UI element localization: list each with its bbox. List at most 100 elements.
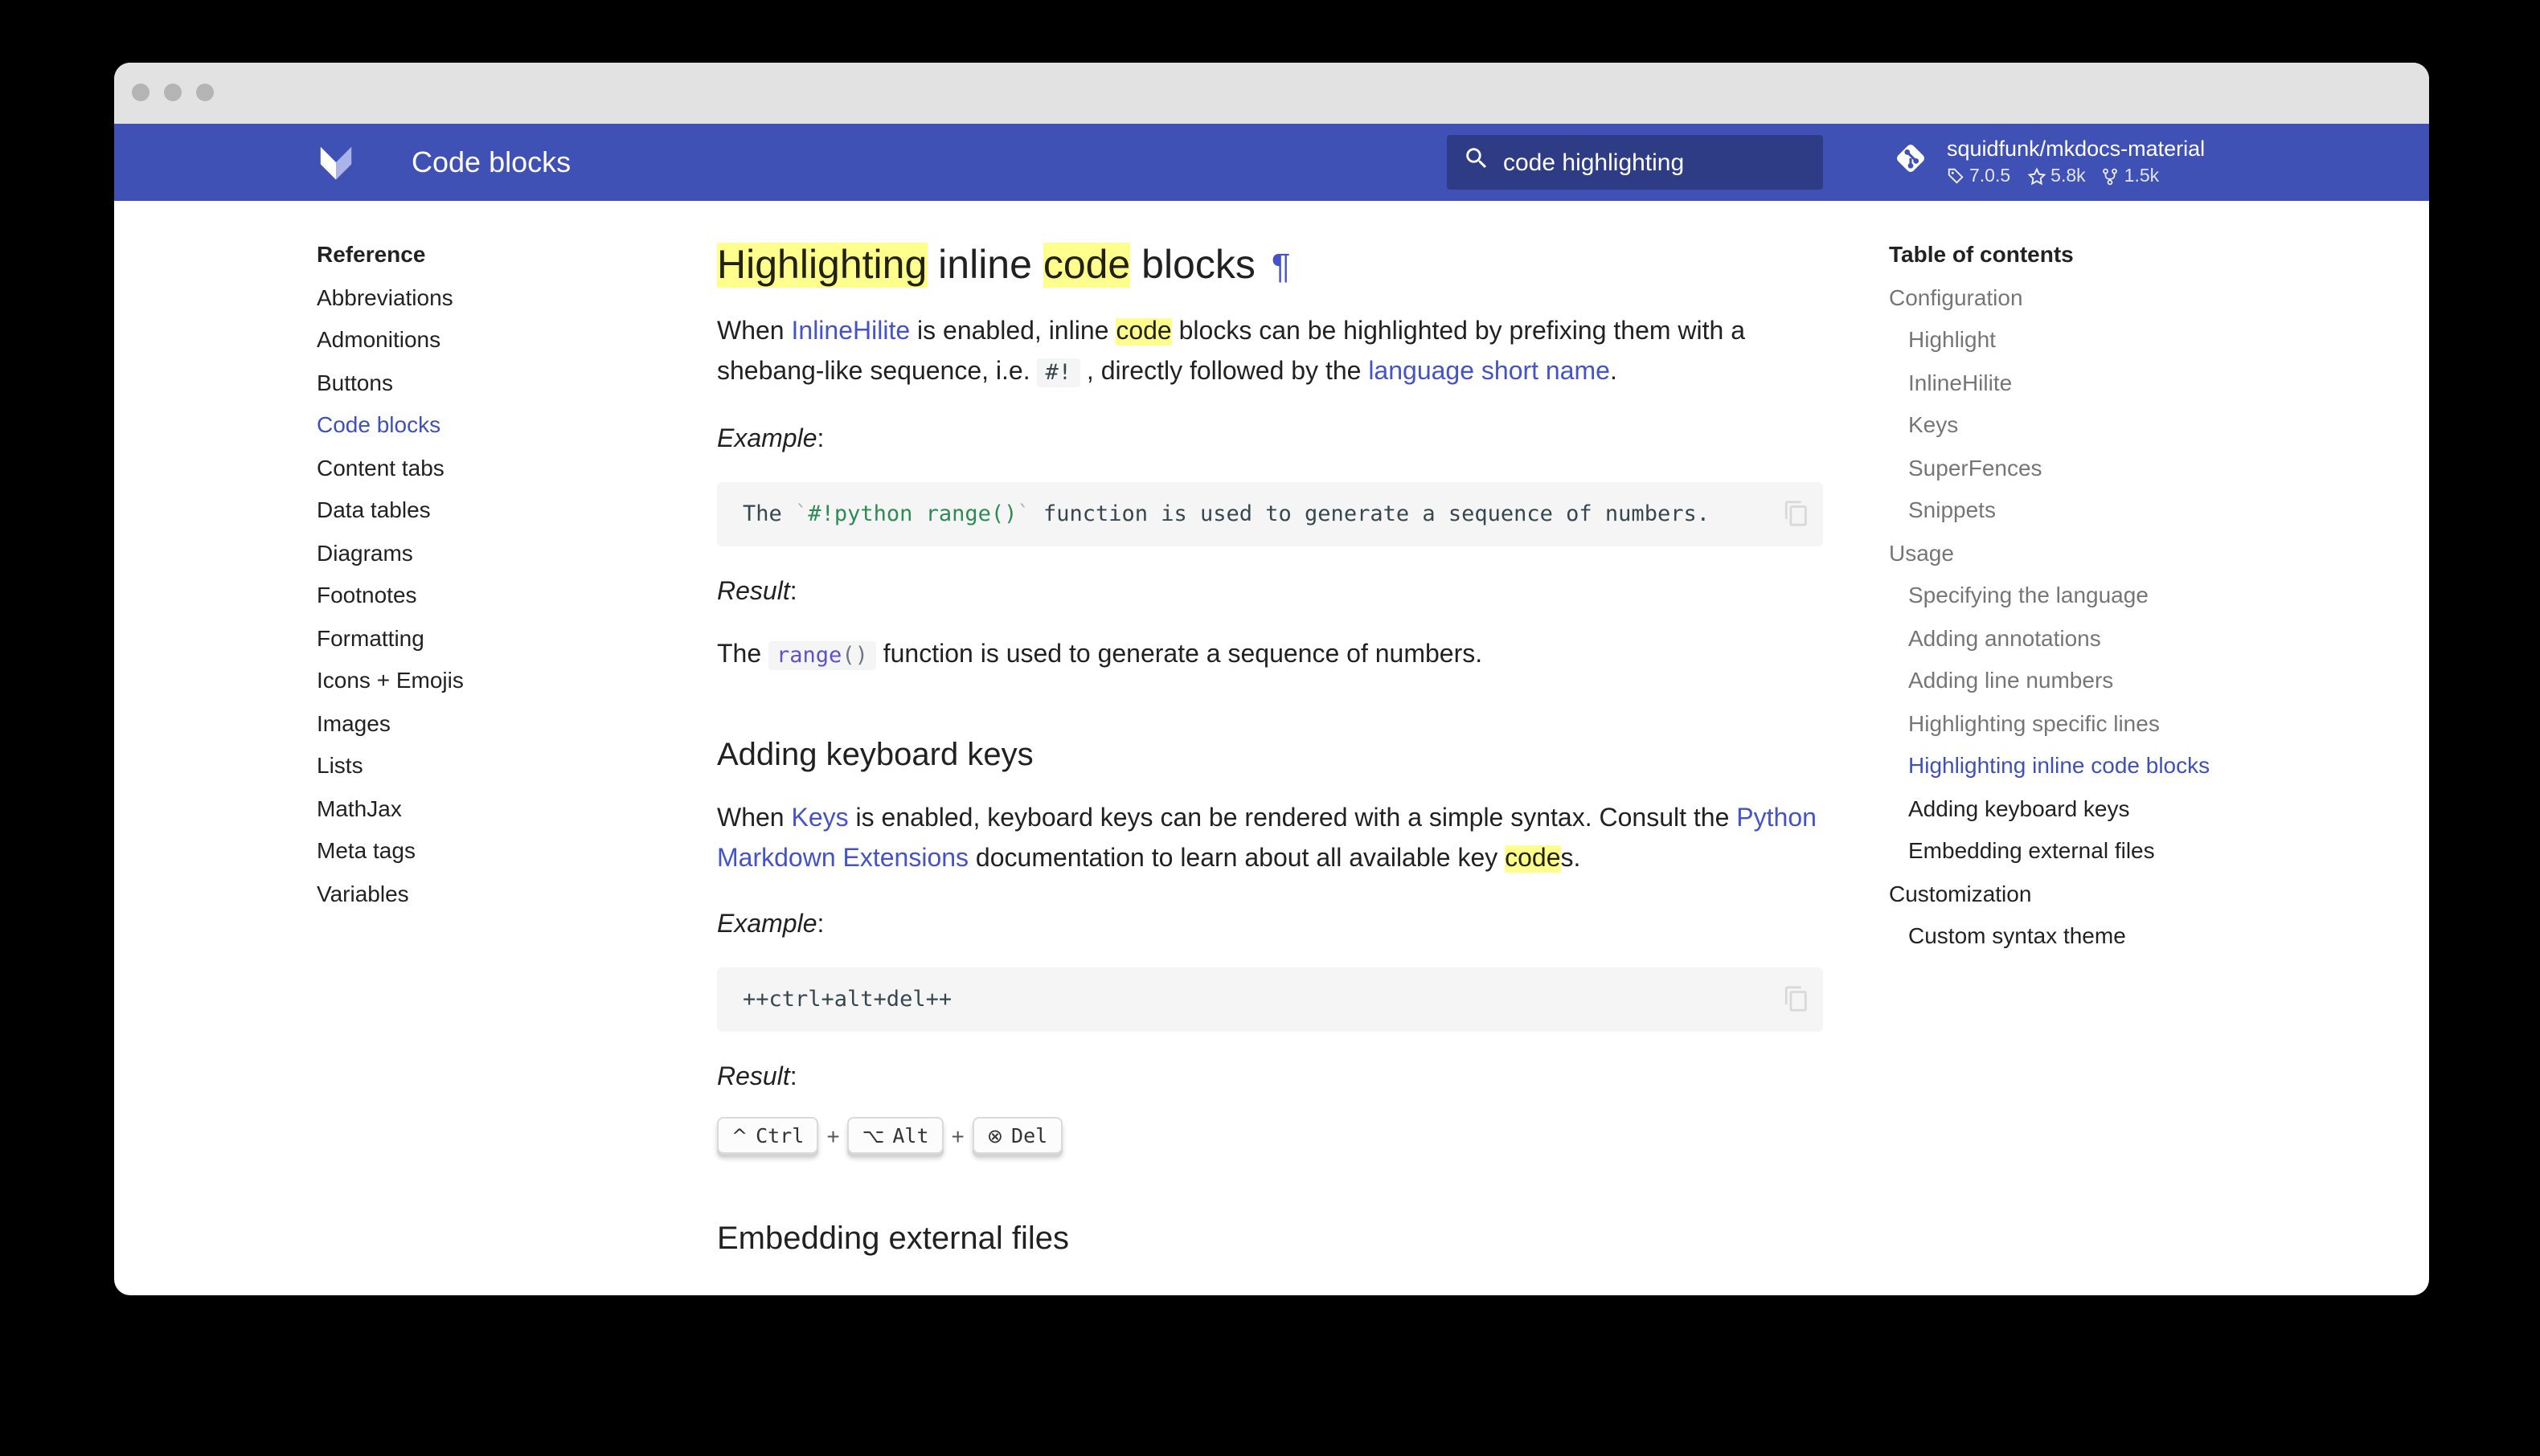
paragraph-result: The range() function is used to generate… — [717, 635, 1823, 677]
search-highlight: code — [1505, 845, 1560, 873]
inline-link[interactable]: Keys — [792, 805, 849, 832]
keyboard-key-alt: ⌥ Alt — [848, 1117, 944, 1154]
git-icon — [1889, 137, 1932, 188]
toc-item-highlight[interactable]: Highlight — [1889, 318, 2291, 361]
result-label: Result: — [717, 572, 1823, 612]
paragraph-intro: When InlineHilite is enabled, inline cod… — [717, 312, 1823, 394]
toc-item-usage[interactable]: Usage — [1889, 531, 2291, 574]
text-segment: blocks — [1130, 243, 1256, 288]
sidebar-item-diagrams[interactable]: Diagrams — [317, 531, 670, 574]
copy-icon — [1783, 985, 1810, 1012]
text-segment: function is used to generate a sequence … — [876, 641, 1482, 669]
code-block-inline-highlight: The `#!python range()` function is used … — [717, 482, 1823, 546]
tag-icon — [1947, 168, 1964, 186]
sidebar-item-footnotes[interactable]: Footnotes — [317, 574, 670, 616]
keyboard-keys-row: ^Ctrl+⌥Alt+⊗Del — [717, 1117, 1823, 1154]
paragraph-keys: When Keys is enabled, keyboard keys can … — [717, 799, 1823, 879]
window-titlebar — [114, 63, 2429, 124]
section-heading-keys: Adding keyboard keys — [717, 734, 1823, 776]
toc-item-configuration[interactable]: Configuration — [1889, 276, 2291, 318]
inline-code: range() — [768, 641, 876, 670]
sidebar-item-formatting[interactable]: Formatting — [317, 616, 670, 659]
sidebar-item-abbreviations[interactable]: Abbreviations — [317, 276, 670, 318]
repo-stars: 5.8k — [2026, 166, 2086, 189]
text-segment: inline — [927, 243, 1043, 288]
sidebar-item-buttons[interactable]: Buttons — [317, 361, 670, 403]
toc-title: Table of contents — [1889, 233, 2291, 276]
sidebar-item-images[interactable]: Images — [317, 701, 670, 744]
star-icon — [2026, 167, 2046, 186]
sidebar-nav: Reference AbbreviationsAdmonitionsButton… — [317, 201, 670, 914]
toc-item-highlighting-inline-code-blocks[interactable]: Highlighting inline code blocks — [1889, 744, 2291, 787]
key-separator: + — [826, 1123, 839, 1148]
inline-link[interactable]: language short name — [1368, 358, 1610, 386]
example-label: Example: — [717, 419, 1823, 460]
copy-button[interactable] — [1783, 985, 1810, 1012]
toc-item-inlinehilite[interactable]: InlineHilite — [1889, 361, 2291, 403]
toc-item-adding-line-numbers[interactable]: Adding line numbers — [1889, 659, 2291, 701]
toc-item-snippets[interactable]: Snippets — [1889, 489, 2291, 531]
table-of-contents: Table of contents ConfigurationHighlight… — [1889, 201, 2291, 957]
minimize-window-button[interactable] — [164, 84, 182, 101]
sidebar-section-title: Reference — [317, 233, 670, 276]
key-label: Del — [1011, 1123, 1047, 1147]
sidebar-item-admonitions[interactable]: Admonitions — [317, 318, 670, 361]
toc-item-embedding-external-files[interactable]: Embedding external files — [1889, 829, 2291, 872]
toc-item-adding-annotations[interactable]: Adding annotations — [1889, 616, 2291, 659]
main-content: Highlighting inline code blocks¶ When In… — [717, 201, 1823, 1260]
text-segment: is enabled, inline — [910, 318, 1116, 346]
toc-item-custom-syntax-theme[interactable]: Custom syntax theme — [1889, 914, 2291, 957]
toc-item-superfences[interactable]: SuperFences — [1889, 446, 2291, 489]
sidebar-item-icons-emojis[interactable]: Icons + Emojis — [317, 659, 670, 701]
toc-item-customization[interactable]: Customization — [1889, 872, 2291, 914]
close-window-button[interactable] — [132, 84, 150, 101]
text-segment: , directly followed by the — [1080, 358, 1368, 386]
sidebar-item-data-tables[interactable]: Data tables — [317, 489, 670, 531]
browser-window: Code blocks — [114, 63, 2429, 1295]
code-block-keys: ++ctrl+alt+del++ — [717, 967, 1823, 1032]
text-segment: When — [717, 318, 792, 346]
text-segment: When — [717, 805, 792, 832]
search-box — [1447, 135, 1823, 190]
ctrl-key-icon: ^ — [731, 1124, 748, 1147]
inline-link[interactable]: InlineHilite — [792, 318, 911, 346]
search-highlight: code — [1116, 318, 1171, 346]
copy-button[interactable] — [1783, 500, 1810, 527]
repo-link[interactable]: squidfunk/mkdocs-material 7.0.5 5.8k — [1889, 124, 2205, 201]
sidebar-item-content-tabs[interactable]: Content tabs — [317, 446, 670, 489]
example-label-2: Example: — [717, 905, 1823, 945]
sidebar-item-code-blocks[interactable]: Code blocks — [317, 403, 670, 446]
sidebar-item-lists[interactable]: Lists — [317, 744, 670, 787]
copy-icon — [1783, 500, 1810, 527]
sidebar-item-mathjax[interactable]: MathJax — [317, 787, 670, 829]
search-input[interactable] — [1503, 149, 1823, 176]
text-segment: ++ctrl+alt+del++ — [743, 987, 952, 1012]
text-segment: range — [776, 643, 842, 669]
key-label: Ctrl — [756, 1123, 804, 1147]
page-heading: Highlighting inline code blocks¶ — [717, 239, 1823, 292]
text-segment: function is used to generate a sequence … — [1030, 501, 1710, 527]
toc-item-highlighting-specific-lines[interactable]: Highlighting specific lines — [1889, 701, 2291, 744]
key-separator: + — [952, 1123, 965, 1148]
repo-stats: 7.0.5 5.8k 1.5k — [1947, 166, 2205, 189]
maximize-window-button[interactable] — [196, 84, 214, 101]
sidebar-item-meta-tags[interactable]: Meta tags — [317, 829, 670, 872]
key-label: Alt — [892, 1123, 928, 1147]
text-segment: ` — [795, 501, 808, 527]
toc-item-adding-keyboard-keys[interactable]: Adding keyboard keys — [1889, 787, 2291, 829]
fork-icon — [2102, 167, 2120, 186]
text-segment: documentation to learn about all availab… — [969, 845, 1505, 873]
sidebar-item-variables[interactable]: Variables — [317, 872, 670, 914]
page-title: Code blocks — [412, 124, 571, 201]
text-segment: The — [743, 501, 795, 527]
toc-item-keys[interactable]: Keys — [1889, 403, 2291, 446]
text-segment: . — [1610, 358, 1617, 386]
site-logo-icon[interactable] — [317, 143, 355, 182]
keyboard-key-ctrl: ^ Ctrl — [717, 1117, 818, 1154]
section-heading-embedding: Embedding external files — [717, 1218, 1823, 1260]
text-segment: #!python range() — [808, 501, 1017, 527]
toc-item-specifying-the-language[interactable]: Specifying the language — [1889, 574, 2291, 616]
inline-code: #! — [1038, 358, 1080, 387]
heading-anchor-link[interactable]: ¶ — [1272, 246, 1291, 286]
alt-key-icon: ⌥ — [862, 1124, 885, 1147]
